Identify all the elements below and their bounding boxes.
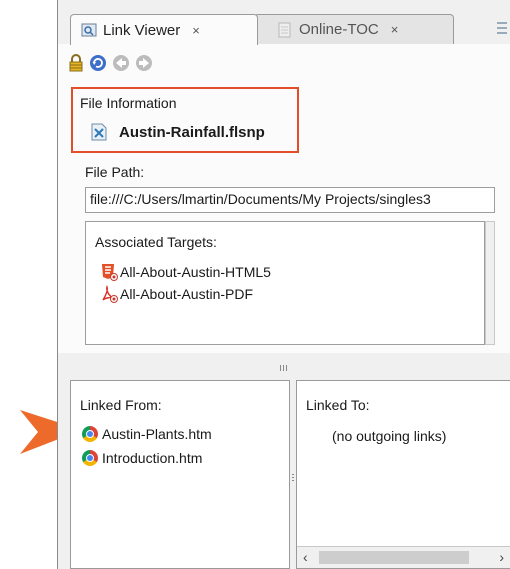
- file-details-panel: File Information Austin-Rainfall.flsnp F…: [58, 82, 510, 354]
- toolbar: [58, 44, 510, 82]
- back-icon[interactable]: [112, 54, 130, 72]
- snippet-file-icon: [91, 123, 107, 141]
- link-viewer-icon: [81, 22, 97, 38]
- tab-label: Online-TOC: [299, 21, 379, 38]
- horizontal-scrollbar[interactable]: ‹ ›: [297, 546, 510, 568]
- associated-targets-list[interactable]: Associated Targets: All-About-Austin-HTM…: [85, 221, 495, 345]
- toc-icon: [277, 22, 293, 38]
- vertical-scrollbar[interactable]: [485, 221, 495, 345]
- close-icon[interactable]: ×: [192, 23, 200, 38]
- tab-link-viewer[interactable]: Link Viewer ×: [70, 14, 258, 45]
- forward-icon[interactable]: [135, 54, 153, 72]
- file-information-heading: File Information: [80, 95, 177, 111]
- file-path-field[interactable]: file:///C:/Users/lmartin/Documents/My Pr…: [85, 187, 495, 213]
- linked-from-panel: Linked From: Austin-Plants.htm Introduct…: [70, 380, 290, 569]
- linked-to-label: Linked To:: [306, 397, 370, 413]
- pdf-target-icon: [102, 285, 118, 303]
- list-item[interactable]: Austin-Plants.htm: [82, 426, 212, 442]
- target-label: All-About-Austin-HTML5: [120, 264, 271, 280]
- link-viewer-window: Link Viewer × Online-TOC × File Informat…: [57, 0, 510, 569]
- linked-file-label: Austin-Plants.htm: [102, 426, 212, 442]
- associated-targets-label: Associated Targets:: [95, 234, 217, 250]
- file-name-row: Austin-Rainfall.flsnp: [91, 123, 265, 141]
- list-item[interactable]: All-About-Austin-HTML5: [100, 263, 271, 281]
- file-path-label: File Path:: [85, 164, 145, 180]
- tab-overflow-icon[interactable]: [497, 22, 507, 36]
- close-icon[interactable]: ×: [391, 22, 399, 37]
- list-item[interactable]: Introduction.htm: [82, 450, 202, 466]
- no-links-message: (no outgoing links): [332, 428, 447, 444]
- linked-from-label: Linked From:: [80, 397, 162, 413]
- linked-to-panel: Linked To: (no outgoing links) ‹ ›: [296, 380, 510, 569]
- scroll-thumb[interactable]: [319, 551, 469, 564]
- refresh-icon[interactable]: [89, 54, 107, 72]
- list-item[interactable]: All-About-Austin-PDF: [100, 285, 253, 303]
- splitter-grip-icon: [279, 365, 289, 371]
- linked-file-label: Introduction.htm: [102, 450, 203, 466]
- tab-label: Link Viewer: [103, 21, 181, 39]
- panel-splitter[interactable]: [58, 353, 510, 373]
- scroll-left-icon[interactable]: ‹: [303, 549, 308, 565]
- file-name: Austin-Rainfall.flsnp: [119, 123, 265, 141]
- tab-strip: Link Viewer × Online-TOC ×: [58, 0, 510, 45]
- html5-target-icon: [102, 264, 118, 281]
- lock-icon[interactable]: [67, 54, 85, 72]
- browser-icon: [82, 426, 98, 442]
- scroll-right-icon[interactable]: ›: [499, 549, 504, 565]
- target-label: All-About-Austin-PDF: [120, 286, 254, 302]
- browser-icon: [82, 450, 98, 466]
- file-information-group: File Information Austin-Rainfall.flsnp: [71, 87, 299, 153]
- tab-online-toc[interactable]: Online-TOC ×: [254, 14, 454, 44]
